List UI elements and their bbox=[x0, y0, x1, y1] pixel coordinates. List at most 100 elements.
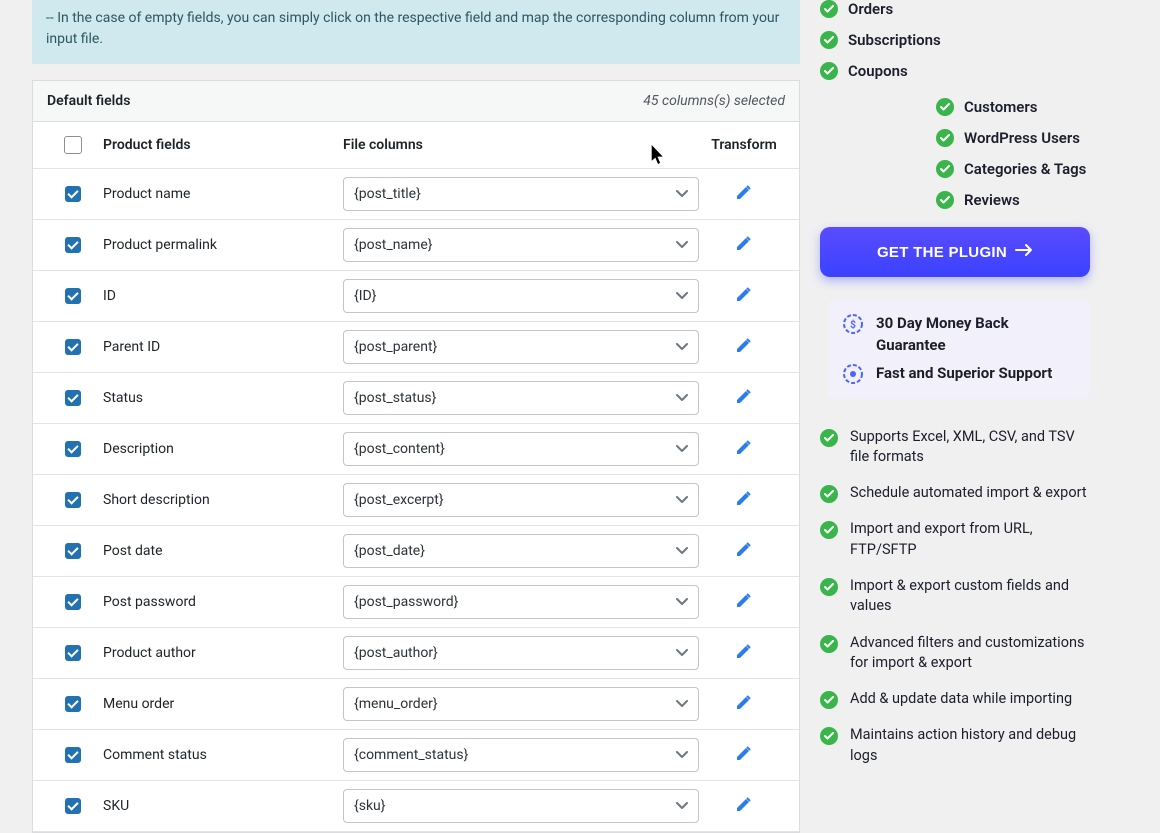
check-icon bbox=[936, 129, 954, 147]
info-text: -- In the case of empty fields, you can … bbox=[46, 10, 779, 47]
feature-label: Reviews bbox=[964, 191, 1020, 209]
field-label: ID bbox=[103, 288, 343, 304]
file-column-select[interactable]: {ID} bbox=[343, 279, 699, 313]
feature-label: Subscriptions bbox=[848, 31, 941, 49]
check-icon bbox=[936, 98, 954, 116]
benefit-item: Add & update data while importing bbox=[820, 689, 1090, 709]
select-value: {comment_status} bbox=[354, 747, 468, 763]
chevron-down-icon bbox=[676, 288, 688, 304]
get-plugin-button[interactable]: GET THE PLUGIN bbox=[820, 227, 1090, 277]
file-column-select[interactable]: {post_content} bbox=[343, 432, 699, 466]
chevron-down-icon bbox=[676, 543, 688, 559]
file-column-select[interactable]: {post_password} bbox=[343, 585, 699, 619]
file-column-select[interactable]: {post_excerpt} bbox=[343, 483, 699, 517]
table-row: Parent ID {post_parent} bbox=[33, 322, 799, 373]
select-value: {post_password} bbox=[354, 594, 458, 610]
edit-icon[interactable] bbox=[735, 234, 753, 256]
field-label: SKU bbox=[103, 798, 343, 814]
chevron-down-icon bbox=[676, 747, 688, 763]
check-icon bbox=[820, 578, 838, 596]
row-checkbox[interactable] bbox=[65, 645, 81, 661]
get-plugin-label: GET THE PLUGIN bbox=[877, 244, 1007, 261]
benefit-text: Add & update data while importing bbox=[850, 689, 1072, 709]
info-banner: -- In the case of empty fields, you can … bbox=[32, 0, 800, 64]
select-value: {post_parent} bbox=[354, 339, 437, 355]
file-column-select[interactable]: {post_date} bbox=[343, 534, 699, 568]
check-icon bbox=[820, 691, 838, 709]
select-value: {menu_order} bbox=[354, 696, 438, 712]
row-checkbox[interactable] bbox=[65, 390, 81, 406]
file-column-select[interactable]: {menu_order} bbox=[343, 687, 699, 721]
file-column-select[interactable]: {post_parent} bbox=[343, 330, 699, 364]
feature-item: Coupons bbox=[820, 62, 1090, 80]
arrow-right-icon bbox=[1015, 243, 1033, 261]
file-column-select[interactable]: {post_author} bbox=[343, 636, 699, 670]
chevron-down-icon bbox=[676, 390, 688, 406]
row-checkbox[interactable] bbox=[65, 288, 81, 304]
edit-icon[interactable] bbox=[735, 744, 753, 766]
row-checkbox[interactable] bbox=[65, 543, 81, 559]
edit-icon[interactable] bbox=[735, 336, 753, 358]
row-checkbox[interactable] bbox=[65, 186, 81, 202]
feature-item: Reviews bbox=[936, 191, 1090, 209]
edit-icon[interactable] bbox=[735, 540, 753, 562]
row-checkbox[interactable] bbox=[65, 747, 81, 763]
guarantee-box: $ 30 Day Money Back Guarantee Fast and S… bbox=[828, 299, 1090, 399]
table-row: SKU{sku} bbox=[33, 781, 799, 832]
chevron-down-icon bbox=[676, 186, 688, 202]
th-file-columns: File columns bbox=[343, 137, 699, 153]
row-checkbox[interactable] bbox=[65, 798, 81, 814]
edit-icon[interactable] bbox=[735, 795, 753, 817]
edit-icon[interactable] bbox=[735, 693, 753, 715]
select-value: {post_author} bbox=[354, 645, 438, 661]
table-row: Short description{post_excerpt} bbox=[33, 475, 799, 526]
money-back-icon: $ bbox=[842, 313, 864, 335]
file-column-select[interactable]: {sku} bbox=[343, 789, 699, 823]
row-checkbox[interactable] bbox=[65, 696, 81, 712]
check-icon bbox=[820, 62, 838, 80]
table-header-row: Product fields File columns Transform bbox=[33, 122, 799, 169]
select-value: {post_content} bbox=[354, 441, 445, 457]
file-column-select[interactable]: {post_title} bbox=[343, 177, 699, 211]
check-icon bbox=[936, 160, 954, 178]
field-label: Parent ID bbox=[103, 339, 343, 355]
row-checkbox[interactable] bbox=[65, 441, 81, 457]
select-value: {post_date} bbox=[354, 543, 425, 559]
field-label: Status bbox=[103, 390, 343, 406]
field-label: Short description bbox=[103, 492, 343, 508]
field-label: Post date bbox=[103, 543, 343, 559]
edit-icon[interactable] bbox=[735, 387, 753, 409]
file-column-select[interactable]: {comment_status} bbox=[343, 738, 699, 772]
table-row: Product name{post_title} bbox=[33, 169, 799, 220]
edit-icon[interactable] bbox=[735, 183, 753, 205]
select-all-checkbox[interactable] bbox=[64, 136, 82, 154]
check-icon bbox=[820, 635, 838, 653]
file-column-select[interactable]: {post_name} bbox=[343, 228, 699, 262]
field-label: Product author bbox=[103, 645, 343, 661]
row-checkbox[interactable] bbox=[65, 594, 81, 610]
field-label: Product permalink bbox=[103, 237, 343, 253]
benefit-item: Advanced filters and customizations for … bbox=[820, 633, 1090, 674]
benefit-item: Import & export custom fields and values bbox=[820, 576, 1090, 617]
table-row: Post password{post_password} bbox=[33, 577, 799, 628]
feature-label: Coupons bbox=[848, 62, 908, 80]
support-icon bbox=[842, 363, 864, 385]
select-value: {ID} bbox=[354, 288, 376, 304]
benefit-text: Schedule automated import & export bbox=[850, 483, 1087, 503]
edit-icon[interactable] bbox=[735, 285, 753, 307]
feature-label: Customers bbox=[964, 98, 1037, 116]
row-checkbox[interactable] bbox=[65, 492, 81, 508]
field-label: Comment status bbox=[103, 747, 343, 763]
edit-icon[interactable] bbox=[735, 489, 753, 511]
row-checkbox[interactable] bbox=[65, 237, 81, 253]
row-checkbox[interactable] bbox=[65, 339, 81, 355]
chevron-down-icon bbox=[676, 492, 688, 508]
edit-icon[interactable] bbox=[735, 591, 753, 613]
feature-label: WordPress Users bbox=[964, 129, 1080, 147]
benefit-item: Schedule automated import & export bbox=[820, 483, 1090, 503]
edit-icon[interactable] bbox=[735, 438, 753, 460]
check-icon bbox=[820, 485, 838, 503]
edit-icon[interactable] bbox=[735, 642, 753, 664]
chevron-down-icon bbox=[676, 594, 688, 610]
file-column-select[interactable]: {post_status} bbox=[343, 381, 699, 415]
